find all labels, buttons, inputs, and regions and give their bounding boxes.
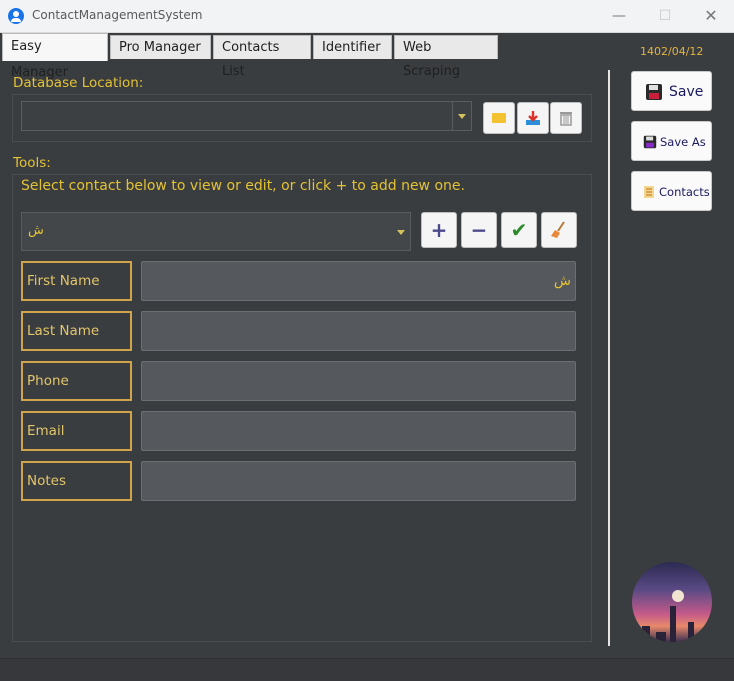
save-label: Save: [669, 84, 704, 100]
maximize-button[interactable]: ☐: [642, 0, 688, 32]
database-location-select[interactable]: [21, 101, 472, 131]
app-user-icon: [8, 8, 24, 24]
window-title: ContactManagementSystem: [32, 8, 203, 22]
tab-web-scraping[interactable]: Web Scraping: [394, 35, 498, 79]
save-as-button[interactable]: Save As: [631, 121, 712, 161]
avatar: [632, 562, 712, 642]
tab-easy-manager[interactable]: Easy Manager: [2, 33, 108, 80]
folder-icon: [492, 113, 506, 123]
download-icon: [526, 111, 540, 125]
main-window: ContactManagementSystem — ☐ ✕ Easy Manag…: [0, 0, 734, 681]
minus-icon: −: [470, 218, 488, 242]
remove-contact-button[interactable]: −: [461, 212, 497, 248]
broom-icon: [551, 221, 565, 238]
email-input[interactable]: [141, 411, 576, 451]
first-name-input[interactable]: ش: [141, 261, 576, 301]
contact-select[interactable]: ش: [21, 212, 411, 251]
save-button[interactable]: Save: [631, 71, 712, 111]
trash-icon: [560, 112, 572, 126]
download-database-button[interactable]: [517, 102, 549, 134]
contacts-button[interactable]: Contacts: [631, 171, 712, 211]
close-button[interactable]: ✕: [688, 0, 734, 32]
database-location-label: Database Location:: [13, 75, 144, 91]
tab-pro-manager[interactable]: Pro Manager: [110, 35, 211, 59]
notes-input[interactable]: [141, 461, 576, 501]
minimize-button[interactable]: —: [596, 0, 642, 32]
floppy-disk-icon: [646, 84, 662, 100]
last-name-label: Last Name: [21, 311, 132, 351]
chevron-down-icon[interactable]: [392, 213, 410, 250]
status-bar: [0, 658, 734, 681]
tab-identifier[interactable]: Identifier: [313, 35, 392, 59]
delete-database-button[interactable]: [550, 102, 582, 134]
floppy-disk-icon: [643, 135, 657, 149]
clear-fields-button[interactable]: [541, 212, 577, 248]
browse-folder-button[interactable]: [483, 102, 515, 134]
notes-label: Notes: [21, 461, 132, 501]
date-label: 1402/04/12: [640, 45, 704, 58]
tab-contacts-list[interactable]: Contacts List: [213, 35, 311, 79]
vertical-divider: [608, 70, 610, 646]
avatar-image: [642, 590, 694, 642]
email-label: Email: [21, 411, 132, 451]
confirm-contact-button[interactable]: ✔: [501, 212, 537, 248]
phone-label: Phone: [21, 361, 132, 401]
plus-icon: +: [430, 218, 448, 242]
tools-hint: Select contact below to view or edit, or…: [21, 178, 465, 194]
chevron-down-icon[interactable]: [452, 102, 471, 130]
contacts-label: Contacts: [659, 185, 710, 199]
contacts-book-icon: [644, 186, 654, 198]
checkmark-icon: ✔: [510, 218, 528, 242]
contact-select-value: ش: [28, 223, 44, 238]
title-bar: ContactManagementSystem — ☐ ✕: [0, 0, 734, 33]
phone-input[interactable]: [141, 361, 576, 401]
last-name-input[interactable]: [141, 311, 576, 351]
save-as-label: Save As: [660, 135, 706, 149]
first-name-label: First Name: [21, 261, 132, 301]
tools-label: Tools:: [13, 155, 51, 171]
add-contact-button[interactable]: +: [421, 212, 457, 248]
